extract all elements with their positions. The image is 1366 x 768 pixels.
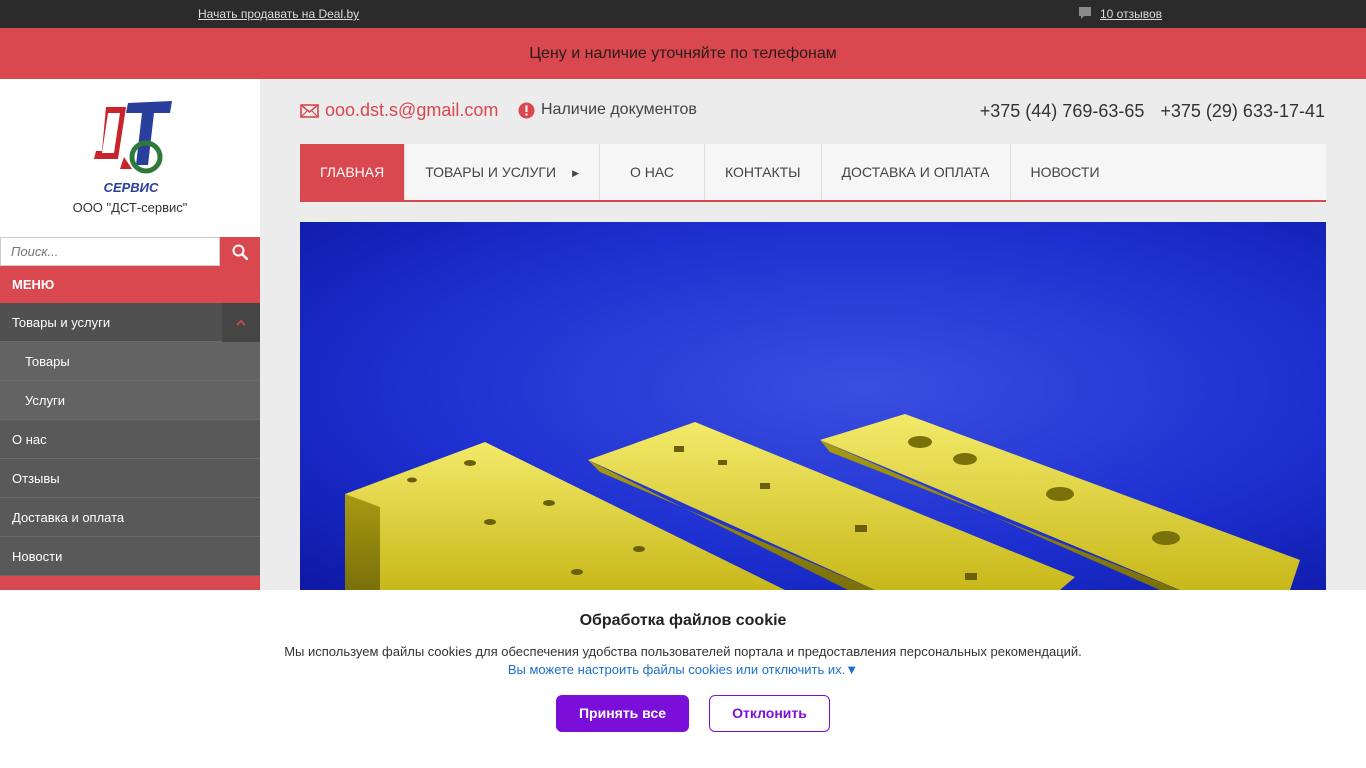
reviews-label[interactable]: 10 отзывов xyxy=(1100,7,1162,21)
phone-numbers: +375 (44) 769-63-65 +375 (29) 633-17-41 xyxy=(980,101,1325,122)
triangle-right-icon: ▶ xyxy=(572,168,580,179)
sidebar-item-label: Новости xyxy=(12,549,63,564)
documents-text[interactable]: Наличие документов xyxy=(541,101,697,119)
sidebar-item-label: Товары xyxy=(25,354,70,369)
documents-link[interactable]: Наличие документов xyxy=(518,101,697,119)
comment-icon xyxy=(1079,7,1091,19)
tab-delivery[interactable]: Доставка и оплата xyxy=(822,144,1011,200)
envelope-icon xyxy=(300,103,319,118)
sidebar-item-label: Доставка и оплата xyxy=(12,510,125,525)
logo-area: СЕРВИС ООО "ДСТ-сервис" xyxy=(0,79,260,237)
search-button[interactable] xyxy=(220,237,260,266)
search-input[interactable] xyxy=(0,237,220,266)
price-notice-banner: Цену и наличие уточняйте по телефонам xyxy=(0,28,1366,79)
company-logo[interactable]: СЕРВИС xyxy=(88,99,174,199)
start-selling-link[interactable]: Начать продавать на Deal.by xyxy=(198,7,359,21)
chevron-up-icon xyxy=(236,319,246,326)
sidebar-menu-title: МЕНЮ xyxy=(0,266,260,303)
phone-2[interactable]: +375 (29) 633-17-41 xyxy=(1160,101,1325,122)
tab-label: Доставка и оплата xyxy=(841,164,990,180)
company-name: ООО "ДСТ-сервис" xyxy=(72,200,188,215)
sidebar-item-label: О нас xyxy=(12,432,47,447)
svg-text:СЕРВИС: СЕРВИС xyxy=(104,180,159,195)
sidebar-item-reviews[interactable]: Отзывы xyxy=(0,459,260,498)
sidebar-item-goods-services[interactable]: Товары и услуги xyxy=(0,303,260,342)
tab-goods-services[interactable]: Товары и услуги ▶ xyxy=(405,144,601,200)
tab-about[interactable]: О нас xyxy=(600,144,706,200)
tab-contacts[interactable]: Контакты xyxy=(705,144,822,200)
search-icon xyxy=(232,244,248,260)
cookie-title: Обработка файлов cookie xyxy=(579,612,787,629)
hero-photo xyxy=(300,222,1326,590)
cookie-settings-link[interactable]: Вы можете настроить файлы cookies или от… xyxy=(0,662,1366,677)
tab-news[interactable]: Новости xyxy=(1011,144,1120,200)
collapse-toggle[interactable] xyxy=(222,303,260,342)
accept-all-button[interactable]: Принять все xyxy=(556,695,689,732)
tab-label: Товары и услуги xyxy=(425,164,557,180)
sidebar-menu: Товары и услуги Товары Услуги О нас Отзы… xyxy=(0,303,260,596)
alert-icon xyxy=(518,102,535,118)
sidebar-item-news[interactable]: Новости xyxy=(0,537,260,576)
sidebar-item-goods[interactable]: Товары xyxy=(0,342,260,381)
reviews-link[interactable]: 10 отзывов xyxy=(1078,6,1162,22)
tab-home[interactable]: Главная xyxy=(300,144,406,200)
sidebar-item-label: Отзывы xyxy=(12,471,60,486)
phone-1[interactable]: +375 (44) 769-63-65 xyxy=(980,101,1145,122)
hero-banner-image[interactable] xyxy=(300,222,1326,590)
tab-label: О нас xyxy=(630,164,675,180)
main-nav: Главная Товары и услуги ▶ О нас Контакты … xyxy=(300,144,1326,202)
tab-label: Контакты xyxy=(725,164,801,180)
cookie-consent-panel: Обработка файлов cookie Мы используем фа… xyxy=(0,590,1366,768)
email-link[interactable]: ooo.dst.s@gmail.com xyxy=(300,100,498,121)
decline-button[interactable]: Отклонить xyxy=(709,695,830,732)
top-bar: Начать продавать на Deal.by 10 отзывов xyxy=(0,0,1366,28)
sidebar-item-delivery[interactable]: Доставка и оплата xyxy=(0,498,260,537)
sidebar-item-label: Услуги xyxy=(25,393,65,408)
tab-label: Новости xyxy=(1030,164,1100,180)
tab-label: Главная xyxy=(320,164,385,180)
sidebar-item-label: Товары и услуги xyxy=(12,315,111,330)
cookie-description: Мы используем файлы cookies для обеспече… xyxy=(284,644,1082,659)
search-bar xyxy=(0,237,260,266)
sidebar-item-about[interactable]: О нас xyxy=(0,420,260,459)
sidebar-item-services[interactable]: Услуги xyxy=(0,381,260,420)
email-text[interactable]: ooo.dst.s@gmail.com xyxy=(325,100,498,121)
